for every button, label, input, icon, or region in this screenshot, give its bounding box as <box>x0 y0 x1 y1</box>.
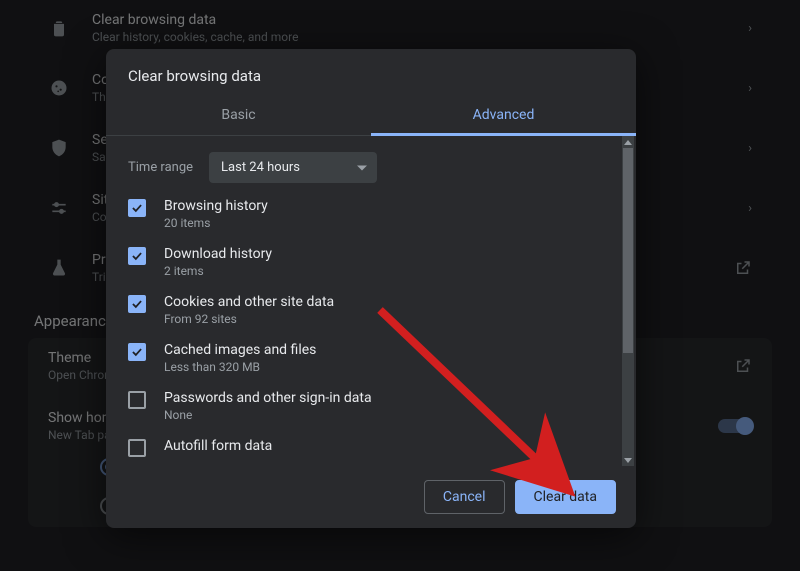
scroll-down-icon[interactable] <box>622 454 634 466</box>
dialog-body: Time range Last 24 hours Browsing histor… <box>106 136 636 466</box>
option-label: Cached images and files <box>164 342 316 358</box>
option-label: Passwords and other sign-in data <box>164 390 372 406</box>
chevron-down-icon <box>357 165 367 170</box>
option-label: Download history <box>164 246 272 262</box>
dialog-tabs: Basic Advanced <box>106 97 636 136</box>
option-sub: 20 items <box>164 216 268 230</box>
option-label: Browsing history <box>164 198 268 214</box>
scroll-up-icon[interactable] <box>622 136 634 148</box>
checkbox[interactable] <box>128 439 146 457</box>
checkbox[interactable] <box>128 247 146 265</box>
scrollbar-thumb[interactable] <box>623 148 633 353</box>
scrollbar[interactable] <box>622 136 634 466</box>
dialog-footer: Cancel Clear data <box>106 466 636 528</box>
option-sub: From 92 sites <box>164 312 334 326</box>
option-row[interactable]: Autofill form data <box>128 430 620 465</box>
time-range-select[interactable]: Last 24 hours <box>209 152 377 183</box>
checkbox[interactable] <box>128 343 146 361</box>
tab-basic[interactable]: Basic <box>106 97 371 136</box>
dialog-title: Clear browsing data <box>106 49 636 97</box>
option-row[interactable]: Download history 2 items <box>128 238 620 286</box>
option-row[interactable]: Cookies and other site data From 92 sites <box>128 286 620 334</box>
option-label: Autofill form data <box>164 438 272 454</box>
checkbox[interactable] <box>128 391 146 409</box>
time-range-label: Time range <box>128 160 193 175</box>
option-row[interactable]: Passwords and other sign-in data None <box>128 382 620 430</box>
option-sub: Less than 320 MB <box>164 360 316 374</box>
checkbox[interactable] <box>128 199 146 217</box>
clear-browsing-data-dialog: Clear browsing data Basic Advanced Time … <box>106 49 636 528</box>
option-row[interactable]: Cached images and files Less than 320 MB <box>128 334 620 382</box>
time-range-value: Last 24 hours <box>221 160 300 175</box>
option-sub: None <box>164 408 372 422</box>
option-sub: 2 items <box>164 264 272 278</box>
clear-data-button[interactable]: Clear data <box>515 480 616 514</box>
checkbox[interactable] <box>128 295 146 313</box>
cancel-button[interactable]: Cancel <box>424 480 505 514</box>
options-scroll: Browsing history 20 items Download history… <box>128 190 620 466</box>
option-label: Cookies and other site data <box>164 294 334 310</box>
tab-advanced[interactable]: Advanced <box>371 97 636 136</box>
option-row[interactable]: Browsing history 20 items <box>128 190 620 238</box>
